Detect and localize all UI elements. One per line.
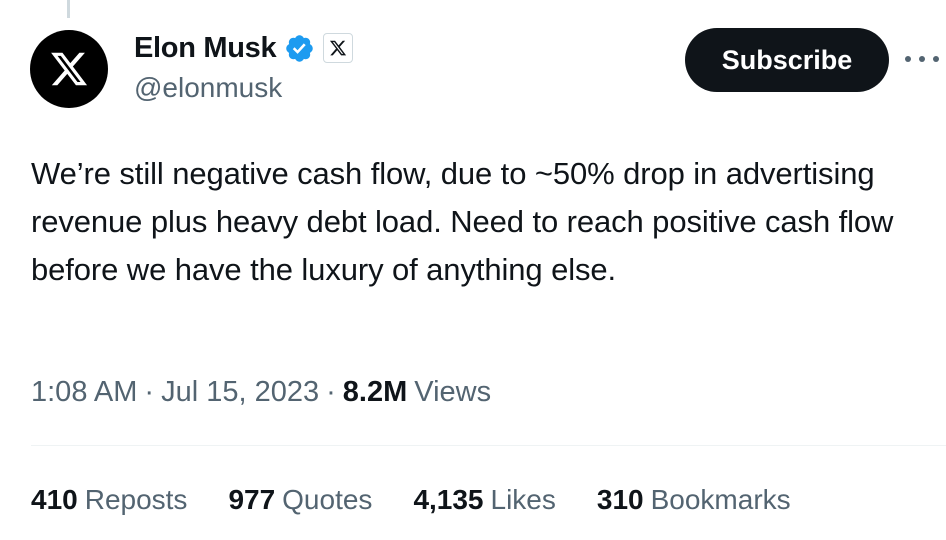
- avatar[interactable]: [30, 30, 108, 108]
- tweet-date[interactable]: Jul 15, 2023: [161, 376, 319, 409]
- stat-label: Quotes: [282, 484, 373, 515]
- stat-count: 310: [596, 484, 644, 515]
- views-count: 8.2M: [342, 375, 408, 408]
- x-logo-icon: [51, 52, 88, 86]
- views-label: Views: [414, 375, 492, 408]
- author-display-name[interactable]: Elon Musk: [134, 32, 277, 65]
- dot: [933, 56, 939, 62]
- tweet-meta: 1:08 AM · Jul 15, 2023 · 8.2M Views: [31, 372, 491, 412]
- tweet-card: Elon Musk @elonmusk Subscribe We’re stil…: [0, 0, 946, 540]
- separator: ·: [144, 375, 155, 408]
- thread-line: [67, 0, 70, 18]
- tweet-text: We’re still negative cash flow, due to ~…: [31, 156, 894, 287]
- dot: [905, 56, 911, 62]
- separator: ·: [326, 375, 336, 408]
- author-name-row: Elon Musk: [134, 30, 354, 66]
- stat-likes[interactable]: 4,135 Likes: [413, 484, 555, 516]
- stat-count: 4,135: [413, 484, 484, 515]
- divider: [31, 445, 946, 446]
- tweet-time[interactable]: 1:08 AM: [31, 376, 137, 409]
- affiliate-badge[interactable]: [323, 33, 354, 63]
- subscribe-button[interactable]: Subscribe: [685, 28, 889, 92]
- verified-badge-icon[interactable]: [284, 33, 315, 64]
- more-horizontal-icon[interactable]: [905, 52, 939, 66]
- stat-count: 977: [228, 484, 276, 515]
- stat-label: Likes: [490, 484, 556, 515]
- stat-label: Bookmarks: [650, 484, 791, 515]
- stat-quotes[interactable]: 977 Quotes: [228, 484, 372, 516]
- author-handle[interactable]: @elonmusk: [134, 72, 282, 104]
- stat-reposts[interactable]: 410 Reposts: [31, 484, 187, 516]
- stat-bookmarks[interactable]: 310 Bookmarks: [597, 484, 791, 516]
- stat-label: Reposts: [84, 484, 188, 515]
- dot: [919, 56, 925, 62]
- engagement-stats: 410 Reposts 977 Quotes 4,135 Likes 310 B…: [31, 480, 832, 520]
- x-logo-icon: [330, 40, 347, 56]
- stat-count: 410: [31, 484, 78, 515]
